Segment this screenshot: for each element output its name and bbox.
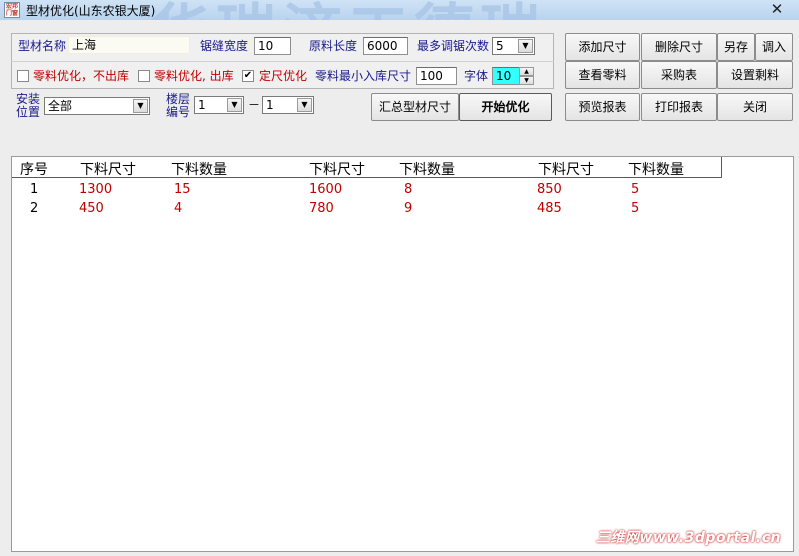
header-cut-size-2: 下料尺寸 [309,162,365,178]
window-title: 型材优化(山东农银大厦) [26,4,156,18]
scrap-store-checkbox[interactable] [138,70,150,82]
header-index: 序号 [20,162,48,178]
floor-from-value: 1 [198,98,206,112]
row-index: 1 [30,182,39,197]
scrap-no-store-checkbox[interactable] [17,70,29,82]
cut-size: 780 [309,201,334,216]
title-bar: 华瑞济工德瑞 宏邦门窗 型材优化(山东农银大厦) ✕ [0,0,799,20]
import-button[interactable]: 调入 [755,33,793,61]
chevron-down-icon[interactable]: ▼ [518,39,533,53]
material-name-field[interactable]: 上海 [68,36,190,54]
kerf-width-label: 锯缝宽度 [200,39,249,53]
cut-size: 1600 [309,182,343,197]
header-cut-size-1: 下料尺寸 [80,162,136,178]
cut-qty: 5 [631,182,640,197]
chevron-down-icon[interactable]: ▼ [297,98,312,112]
save-as-button[interactable]: 另存 [717,33,755,61]
preview-report-button[interactable]: 预览报表 [565,93,640,121]
row-index: 2 [30,201,39,216]
cut-size: 450 [79,201,104,216]
header-cut-qty-1: 下料数量 [171,162,227,178]
floor-range-dash: － [248,98,261,112]
title-watermark: 华瑞济工德瑞 [150,0,546,20]
header-cut-qty-3: 下料数量 [628,162,684,178]
close-button[interactable]: 关闭 [717,93,793,121]
max-adjust-select[interactable]: 5 ▼ [492,37,535,55]
cut-qty: 15 [174,182,191,197]
font-size-input[interactable]: 10 [492,67,520,85]
kerf-width-input[interactable]: 10 [254,37,291,55]
cutting-list[interactable]: 序号 下料尺寸 下料数量 下料尺寸 下料数量 下料尺寸 下料数量 1 1300 … [11,156,794,552]
panel-divider [11,61,554,62]
site-watermark: 三维网www.3dportal.cn [595,530,781,546]
set-remainder-button[interactable]: 设置剩料 [717,61,793,89]
scrap-store-label: 零料优化, 出库 [154,69,234,83]
fixed-length-label: 定尺优化 [259,69,308,83]
raw-length-label: 原料长度 [309,39,358,53]
scrap-no-store-label: 零料优化，不出库 [33,69,130,83]
start-optimize-button[interactable]: 开始优化 [459,93,552,121]
cut-qty: 8 [404,182,413,197]
floor-from-select[interactable]: 1 ▼ [194,96,244,114]
floor-to-value: 1 [266,98,274,112]
view-scrap-button[interactable]: 查看零料 [565,61,640,89]
app-icon: 宏邦门窗 [4,2,20,18]
fixed-length-checkbox[interactable]: ✔ [242,70,254,82]
summary-sizes-button[interactable]: 汇总型材尺寸 [371,93,459,121]
max-adjust-label: 最多调锯次数 [417,39,490,53]
chevron-down-icon[interactable]: ▼ [227,98,242,112]
cut-size: 485 [537,201,562,216]
list-header: 序号 下料尺寸 下料数量 下料尺寸 下料数量 下料尺寸 下料数量 [12,157,722,178]
header-cut-qty-2: 下料数量 [399,162,455,178]
spin-down-icon[interactable]: ▼ [519,76,534,85]
close-window-icon[interactable]: ✕ [755,0,799,20]
delete-size-button[interactable]: 删除尺寸 [641,33,717,61]
spin-up-icon[interactable]: ▲ [519,67,534,76]
install-position-select[interactable]: 全部 ▼ [44,97,150,115]
cut-size: 850 [537,182,562,197]
chevron-down-icon[interactable]: ▼ [133,99,148,113]
material-name-label: 型材名称 [18,39,67,53]
cut-size: 1300 [79,182,113,197]
floor-label-line2: 编号 [166,105,191,119]
print-report-button[interactable]: 打印报表 [641,93,717,121]
purchase-list-button[interactable]: 采购表 [641,61,717,89]
header-cut-size-3: 下料尺寸 [538,162,594,178]
cut-qty: 5 [631,201,640,216]
cut-qty: 4 [174,201,183,216]
floor-to-select[interactable]: 1 ▼ [262,96,314,114]
raw-length-input[interactable]: 6000 [363,37,408,55]
max-adjust-value: 5 [496,39,504,53]
min-store-input[interactable]: 100 [416,67,457,85]
install-position-value: 全部 [48,99,73,113]
cut-qty: 9 [404,201,413,216]
min-store-label: 零料最小入库尺寸 [315,69,412,83]
install-position-label-line2: 位置 [16,105,41,119]
font-size-label: 字体 [464,69,489,83]
add-size-button[interactable]: 添加尺寸 [565,33,640,61]
